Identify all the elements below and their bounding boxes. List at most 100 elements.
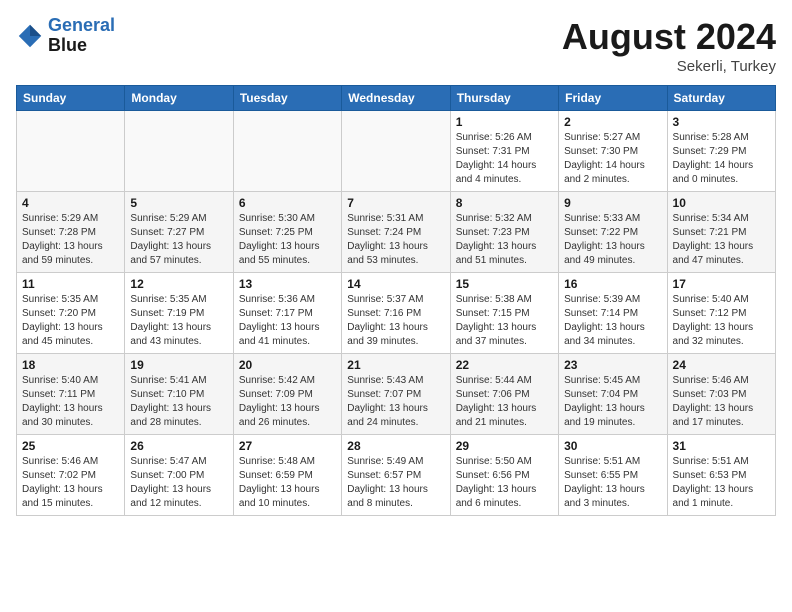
day-number: 20: [239, 358, 336, 372]
day-number: 24: [673, 358, 770, 372]
day-number: 3: [673, 115, 770, 129]
day-info: Sunrise: 5:46 AMSunset: 7:02 PMDaylight:…: [22, 455, 119, 511]
day-number: 17: [673, 277, 770, 291]
weekday-header-wednesday: Wednesday: [342, 86, 450, 111]
calendar-cell: 12 Sunrise: 5:35 AMSunset: 7:19 PMDayligh…: [125, 273, 233, 354]
calendar-week-3: 11Sunrise: 5:35 AMSunset: 7:20 PMDayligh…: [17, 273, 776, 354]
calendar-cell: 14 Sunrise: 5:37 AMSunset: 7:16 PMDayligh…: [342, 273, 450, 354]
day-info: Sunrise: 5:31 AMSunset: 7:24 PMDaylight:…: [347, 212, 444, 268]
weekday-header-tuesday: Tuesday: [233, 86, 341, 111]
title-block: August 2024 Sekerli, Turkey: [562, 16, 776, 75]
day-info: Sunrise: 5:42 AMSunset: 7:09 PMDaylight:…: [239, 374, 336, 430]
calendar-cell: 4 Sunrise: 5:29 AMSunset: 7:28 PMDaylight…: [17, 192, 125, 273]
day-number: 21: [347, 358, 444, 372]
weekday-header-row: SundayMondayTuesdayWednesdayThursdayFrid…: [17, 86, 776, 111]
location-subtitle: Sekerli, Turkey: [562, 58, 776, 75]
calendar-cell: 17Sunrise: 5:40 AMSunset: 7:12 PMDayligh…: [667, 273, 775, 354]
calendar-cell: 29Sunrise: 5:50 AMSunset: 6:56 PMDayligh…: [450, 435, 558, 516]
weekday-header-saturday: Saturday: [667, 86, 775, 111]
logo-line1: General: [48, 15, 115, 35]
day-number: 2: [564, 115, 661, 129]
day-info: Sunrise: 5:40 AMSunset: 7:11 PMDaylight:…: [22, 374, 119, 430]
day-info: Sunrise: 5:32 AMSunset: 7:23 PMDaylight:…: [456, 212, 553, 268]
day-info: Sunrise: 5:41 AMSunset: 7:10 PMDaylight:…: [130, 374, 227, 430]
day-number: 13: [239, 277, 336, 291]
calendar-cell: 20 Sunrise: 5:42 AMSunset: 7:09 PMDayligh…: [233, 354, 341, 435]
calendar-cell: 21 Sunrise: 5:43 AMSunset: 7:07 PMDayligh…: [342, 354, 450, 435]
calendar-cell: 28Sunrise: 5:49 AMSunset: 6:57 PMDayligh…: [342, 435, 450, 516]
calendar-cell: 10Sunrise: 5:34 AMSunset: 7:21 PMDayligh…: [667, 192, 775, 273]
logo-text: General Blue: [48, 16, 115, 56]
day-number: 14: [347, 277, 444, 291]
calendar-cell: 1 Sunrise: 5:26 AMSunset: 7:31 PMDaylight…: [450, 111, 558, 192]
day-info: Sunrise: 5:44 AMSunset: 7:06 PMDaylight:…: [456, 374, 553, 430]
day-info: Sunrise: 5:27 AMSunset: 7:30 PMDaylight:…: [564, 131, 661, 187]
day-number: 30: [564, 439, 661, 453]
calendar-cell: 22 Sunrise: 5:44 AMSunset: 7:06 PMDayligh…: [450, 354, 558, 435]
calendar-cell: 18 Sunrise: 5:40 AMSunset: 7:11 PMDayligh…: [17, 354, 125, 435]
calendar-cell: 8 Sunrise: 5:32 AMSunset: 7:23 PMDaylight…: [450, 192, 558, 273]
calendar-cell: 30 Sunrise: 5:51 AMSunset: 6:55 PMDayligh…: [559, 435, 667, 516]
day-info: Sunrise: 5:33 AMSunset: 7:22 PMDaylight:…: [564, 212, 661, 268]
calendar-cell: 31 Sunrise: 5:51 AMSunset: 6:53 PMDayligh…: [667, 435, 775, 516]
day-info: Sunrise: 5:35 AMSunset: 7:19 PMDaylight:…: [130, 293, 227, 349]
calendar-cell: 26 Sunrise: 5:47 AMSunset: 7:00 PMDayligh…: [125, 435, 233, 516]
calendar-cell: 2 Sunrise: 5:27 AMSunset: 7:30 PMDaylight…: [559, 111, 667, 192]
day-number: 23: [564, 358, 661, 372]
day-info: Sunrise: 5:34 AMSunset: 7:21 PMDaylight:…: [673, 212, 770, 268]
calendar-week-4: 18 Sunrise: 5:40 AMSunset: 7:11 PMDayligh…: [17, 354, 776, 435]
day-number: 31: [673, 439, 770, 453]
calendar-cell: 19Sunrise: 5:41 AMSunset: 7:10 PMDayligh…: [125, 354, 233, 435]
day-info: Sunrise: 5:37 AMSunset: 7:16 PMDaylight:…: [347, 293, 444, 349]
weekday-header-sunday: Sunday: [17, 86, 125, 111]
calendar-cell: 15 Sunrise: 5:38 AMSunset: 7:15 PMDayligh…: [450, 273, 558, 354]
day-number: 29: [456, 439, 553, 453]
day-info: Sunrise: 5:29 AMSunset: 7:28 PMDaylight:…: [22, 212, 119, 268]
calendar-cell: [342, 111, 450, 192]
day-number: 8: [456, 196, 553, 210]
day-number: 22: [456, 358, 553, 372]
day-info: Sunrise: 5:49 AMSunset: 6:57 PMDaylight:…: [347, 455, 444, 511]
day-number: 27: [239, 439, 336, 453]
calendar-cell: 25Sunrise: 5:46 AMSunset: 7:02 PMDayligh…: [17, 435, 125, 516]
calendar-cell: 13Sunrise: 5:36 AMSunset: 7:17 PMDayligh…: [233, 273, 341, 354]
calendar-cell: 5Sunrise: 5:29 AMSunset: 7:27 PMDaylight…: [125, 192, 233, 273]
calendar-cell: 24 Sunrise: 5:46 AMSunset: 7:03 PMDayligh…: [667, 354, 775, 435]
day-number: 12: [130, 277, 227, 291]
day-info: Sunrise: 5:26 AMSunset: 7:31 PMDaylight:…: [456, 131, 553, 187]
day-info: Sunrise: 5:47 AMSunset: 7:00 PMDaylight:…: [130, 455, 227, 511]
day-info: Sunrise: 5:29 AMSunset: 7:27 PMDaylight:…: [130, 212, 227, 268]
day-info: Sunrise: 5:46 AMSunset: 7:03 PMDaylight:…: [673, 374, 770, 430]
day-info: Sunrise: 5:43 AMSunset: 7:07 PMDaylight:…: [347, 374, 444, 430]
day-info: Sunrise: 5:30 AMSunset: 7:25 PMDaylight:…: [239, 212, 336, 268]
calendar-cell: 27 Sunrise: 5:48 AMSunset: 6:59 PMDayligh…: [233, 435, 341, 516]
logo-line2: Blue: [48, 36, 115, 56]
calendar-table: SundayMondayTuesdayWednesdayThursdayFrid…: [16, 85, 776, 516]
calendar-week-2: 4 Sunrise: 5:29 AMSunset: 7:28 PMDaylight…: [17, 192, 776, 273]
day-info: Sunrise: 5:51 AMSunset: 6:55 PMDaylight:…: [564, 455, 661, 511]
day-info: Sunrise: 5:45 AMSunset: 7:04 PMDaylight:…: [564, 374, 661, 430]
calendar-cell: 6Sunrise: 5:30 AMSunset: 7:25 PMDaylight…: [233, 192, 341, 273]
day-number: 26: [130, 439, 227, 453]
weekday-header-thursday: Thursday: [450, 86, 558, 111]
day-number: 18: [22, 358, 119, 372]
calendar-week-1: 1 Sunrise: 5:26 AMSunset: 7:31 PMDaylight…: [17, 111, 776, 192]
day-info: Sunrise: 5:38 AMSunset: 7:15 PMDaylight:…: [456, 293, 553, 349]
calendar-cell: 9Sunrise: 5:33 AMSunset: 7:22 PMDaylight…: [559, 192, 667, 273]
calendar-cell: 3 Sunrise: 5:28 AMSunset: 7:29 PMDaylight…: [667, 111, 775, 192]
weekday-header-monday: Monday: [125, 86, 233, 111]
day-info: Sunrise: 5:35 AMSunset: 7:20 PMDaylight:…: [22, 293, 119, 349]
calendar-cell: [125, 111, 233, 192]
day-number: 15: [456, 277, 553, 291]
day-number: 7: [347, 196, 444, 210]
day-info: Sunrise: 5:48 AMSunset: 6:59 PMDaylight:…: [239, 455, 336, 511]
day-info: Sunrise: 5:39 AMSunset: 7:14 PMDaylight:…: [564, 293, 661, 349]
calendar-cell: 23 Sunrise: 5:45 AMSunset: 7:04 PMDayligh…: [559, 354, 667, 435]
day-number: 4: [22, 196, 119, 210]
day-info: Sunrise: 5:28 AMSunset: 7:29 PMDaylight:…: [673, 131, 770, 187]
day-info: Sunrise: 5:51 AMSunset: 6:53 PMDaylight:…: [673, 455, 770, 511]
calendar-cell: 11Sunrise: 5:35 AMSunset: 7:20 PMDayligh…: [17, 273, 125, 354]
day-number: 1: [456, 115, 553, 129]
calendar-cell: 16 Sunrise: 5:39 AMSunset: 7:14 PMDayligh…: [559, 273, 667, 354]
day-number: 16: [564, 277, 661, 291]
